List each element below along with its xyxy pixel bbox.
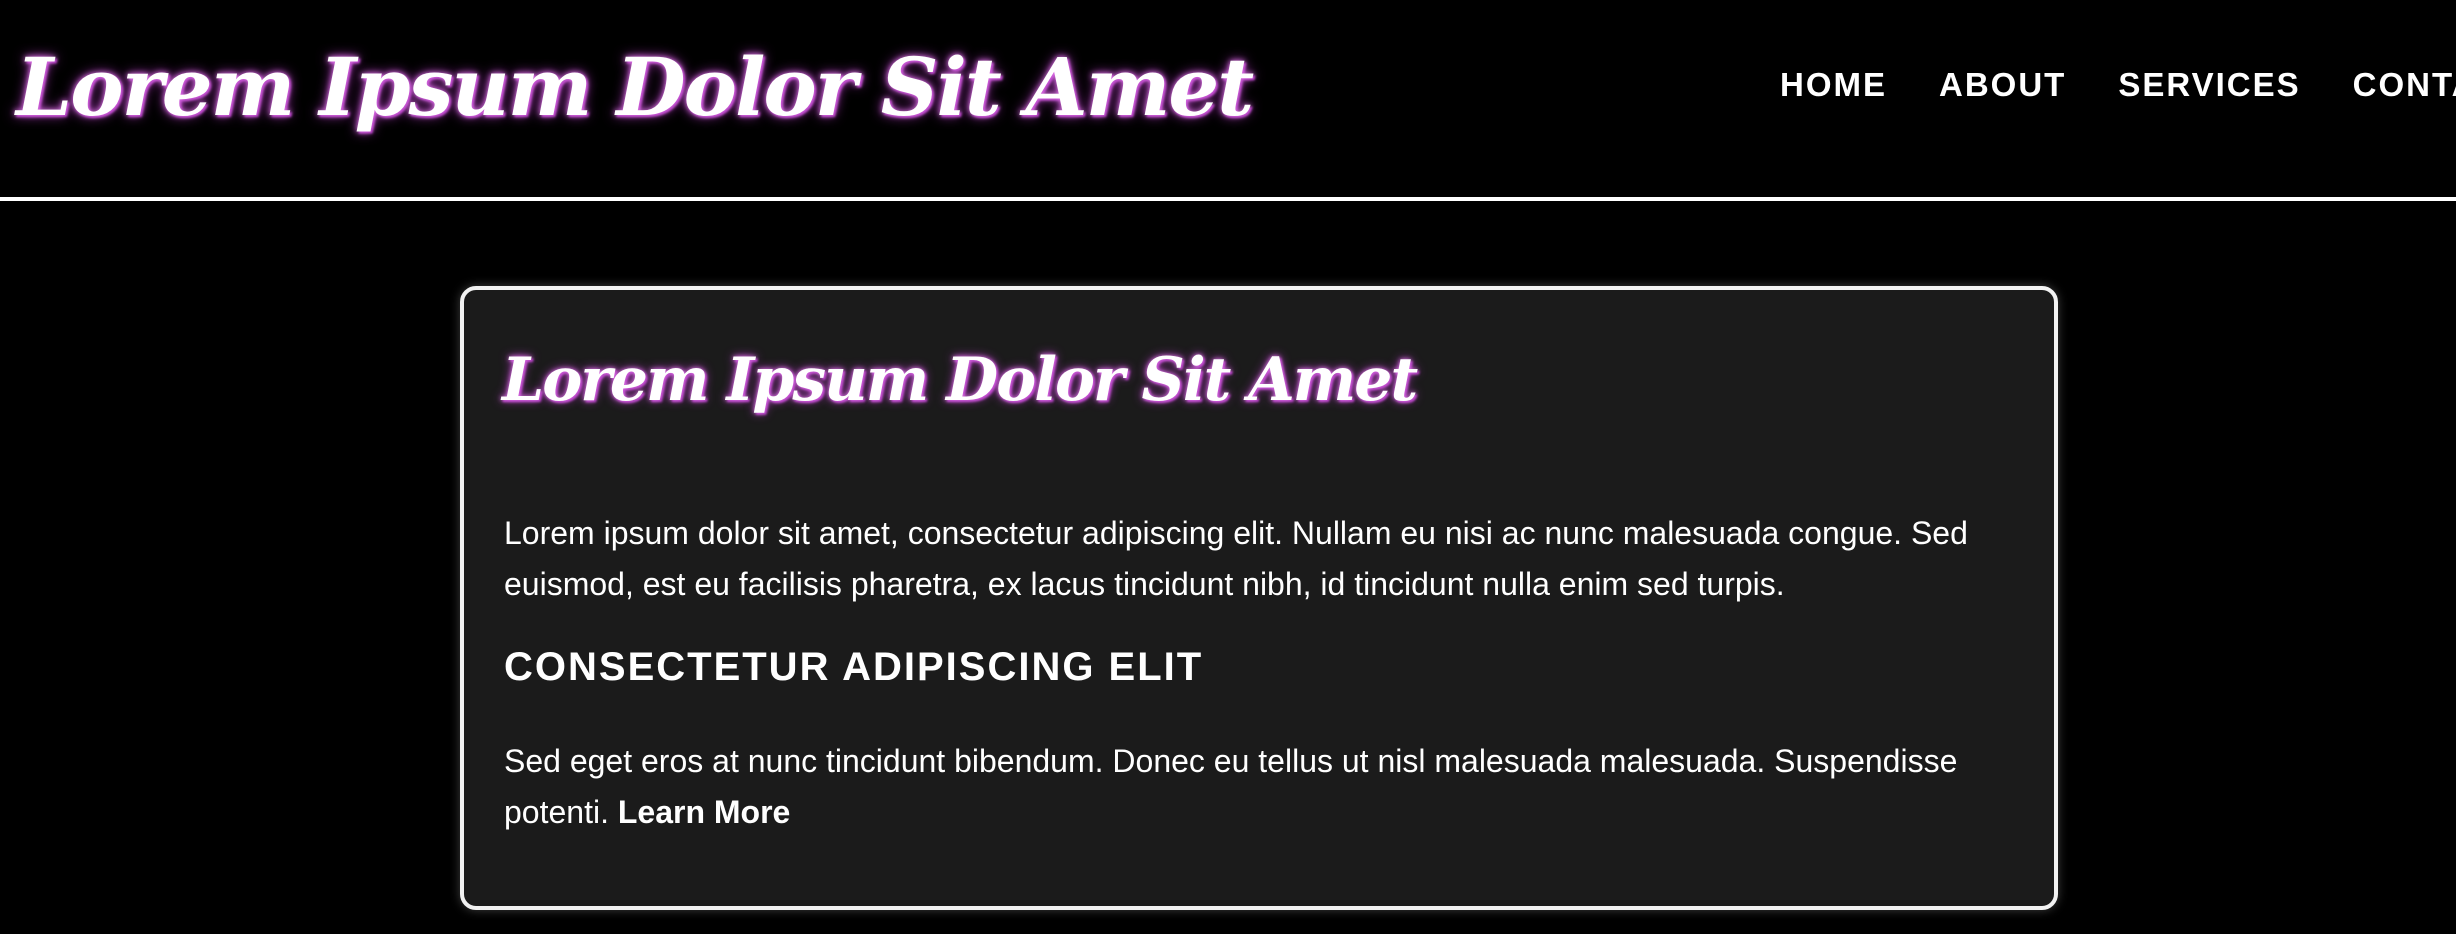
card-title: Lorem Ipsum Dolor Sit Amet <box>502 345 1418 415</box>
content-card: Lorem Ipsum Dolor Sit Amet Lorem ipsum d… <box>460 286 2058 910</box>
site-title: Lorem Ipsum Dolor Sit Amet <box>16 40 1254 134</box>
site-header: Lorem Ipsum Dolor Sit Amet HOME ABOUT SE… <box>0 0 2456 201</box>
body-paragraph: Sed eget eros at nunc tincidunt bibendum… <box>504 736 2024 838</box>
intro-paragraph: Lorem ipsum dolor sit amet, consectetur … <box>504 515 1968 602</box>
nav-home-link[interactable]: HOME <box>1780 60 1887 110</box>
nav-services-link[interactable]: SERVICES <box>2118 60 2300 110</box>
main-nav: HOME ABOUT SERVICES CONTACT <box>1780 60 2456 110</box>
nav-about-link[interactable]: ABOUT <box>1939 60 2066 110</box>
learn-more-link[interactable]: Learn More <box>618 794 790 830</box>
nav-contact-link[interactable]: CONTACT <box>2353 60 2456 110</box>
section-subheading: CONSECTETUR ADIPISCING ELIT <box>504 645 1204 689</box>
